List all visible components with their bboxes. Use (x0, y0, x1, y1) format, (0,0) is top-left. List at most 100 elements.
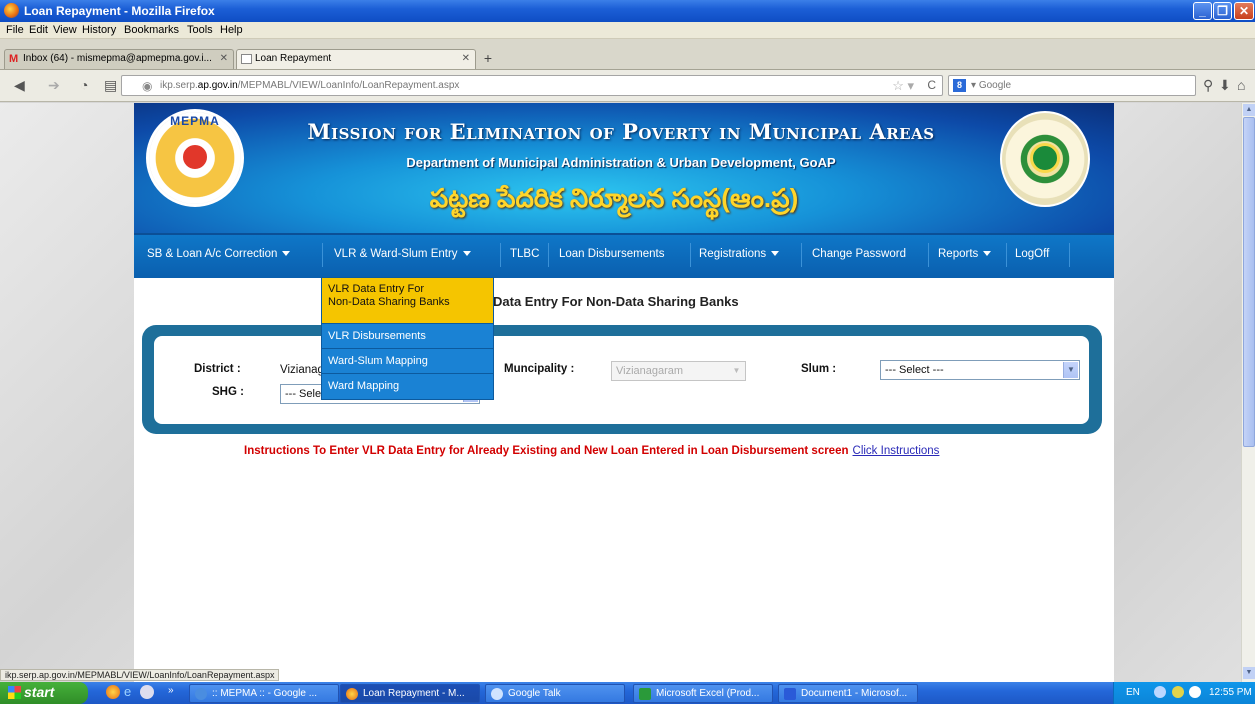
menu-bookmarks[interactable]: Bookmarks (124, 24, 179, 36)
taskbar-item-firefox[interactable]: Loan Repayment - M... (340, 684, 480, 703)
new-tab-button[interactable]: + (479, 51, 497, 68)
ie-quicklaunch-icon[interactable]: e (124, 684, 131, 699)
minimize-button[interactable]: _ (1193, 2, 1212, 20)
slum-select[interactable]: --- Select --- ▼ (880, 360, 1080, 380)
nav-reports[interactable]: Reports (938, 248, 992, 260)
close-button[interactable]: ✕ (1234, 2, 1254, 20)
banner-telugu-title: పట్టణ పేదరిక నిర్మూలన సంస్థ(ఆం.ప్ర) (429, 183, 799, 213)
nav-tlbc[interactable]: TLBC (510, 248, 539, 260)
click-instructions-link[interactable]: Click Instructions (853, 445, 940, 457)
reload-icon[interactable]: C (927, 78, 936, 92)
menu-edit[interactable]: Edit (29, 24, 48, 36)
gmail-icon: M (9, 53, 19, 65)
network-tray-icon[interactable] (1172, 686, 1184, 698)
start-button[interactable]: start (0, 682, 88, 704)
government-seal-logo (1000, 111, 1090, 207)
forward-icon[interactable]: ➔ (48, 77, 60, 94)
windows-flag-icon (8, 686, 21, 699)
language-indicator[interactable]: EN (1126, 687, 1140, 698)
search-icon[interactable]: ⚲ (1203, 77, 1213, 94)
bookmark-star-icon[interactable]: ☆ ▾ (892, 78, 914, 94)
tab-strip: M Inbox (64) - mismepma@apmepma.gov.i...… (0, 39, 1255, 70)
tab-close-icon[interactable]: ✕ (220, 53, 228, 64)
nav-vlr-ward-slum-entry[interactable]: VLR & Ward-Slum Entry (334, 248, 471, 260)
firefox-quicklaunch-icon[interactable] (106, 685, 120, 699)
page-heading: Data Entry For Non-Data Sharing Banks (493, 294, 739, 309)
url-text: ikp.serp.ap.gov.in/MEPMABL/VIEW/LoanInfo… (160, 80, 460, 91)
menu-tools[interactable]: Tools (187, 24, 213, 36)
filter-form: District : Vizianagaram Muncipality : Vi… (154, 336, 1089, 424)
nav-change-password[interactable]: Change Password (812, 248, 906, 260)
scroll-down-icon[interactable]: ▼ (1243, 667, 1255, 679)
search-placeholder: ▾ Google (971, 80, 1012, 91)
menu-bar: File Edit View History Bookmarks Tools H… (0, 22, 1255, 39)
menu-file[interactable]: File (6, 24, 24, 36)
instructions-text: Instructions To Enter VLR Data Entry for… (244, 445, 940, 457)
chrome-quicklaunch-icon[interactable] (140, 685, 154, 699)
download-icon[interactable]: ⬇ (1219, 77, 1231, 94)
clock: 12:55 PM (1209, 687, 1252, 698)
header-banner: MEPMA Mission for Elimination of Poverty… (134, 103, 1114, 233)
menu-item-ward-mapping[interactable]: Ward Mapping (322, 374, 493, 399)
chevron-down-icon (771, 251, 780, 257)
tab-label: Inbox (64) - mismepma@apmepma.gov.i... (23, 53, 212, 64)
district-label: District : (194, 363, 241, 375)
tab-inbox[interactable]: M Inbox (64) - mismepma@apmepma.gov.i...… (4, 49, 234, 69)
shg-label: SHG : (212, 386, 244, 398)
google-talk-icon (491, 688, 503, 700)
firefox-icon (4, 3, 19, 18)
taskbar: start e » :: MEPMA :: - Google ... Loan … (0, 682, 1255, 704)
menu-item-vlr-disbursements[interactable]: VLR Disbursements (322, 324, 493, 349)
chevron-down-icon (282, 251, 291, 257)
maximize-button[interactable]: ❐ (1213, 2, 1232, 20)
status-url: ikp.serp.ap.gov.in/MEPMABL/VIEW/LoanInfo… (0, 669, 280, 681)
globe-icon: ◉ (142, 79, 153, 93)
nav-logoff[interactable]: LogOff (1015, 248, 1049, 260)
taskbar-item-excel[interactable]: Microsoft Excel (Prod... (633, 684, 773, 703)
taskbar-item-google-talk[interactable]: Google Talk (485, 684, 625, 703)
menu-history[interactable]: History (82, 24, 116, 36)
vertical-scrollbar[interactable]: ▲ ▼ (1241, 103, 1255, 692)
slum-label: Slum : (801, 363, 837, 375)
menu-item-vlr-data-entry[interactable]: VLR Data Entry For Non-Data Sharing Bank… (322, 278, 493, 324)
municipality-select[interactable]: Vizianagaram ▼ (611, 361, 746, 381)
municipality-label: Muncipality : (504, 363, 575, 375)
quicklaunch-more-icon[interactable]: » (168, 685, 174, 696)
main-nav: SB & Loan A/c Correction VLR & Ward-Slum… (134, 233, 1114, 278)
banner-subtitle: Department of Municipal Administration &… (406, 155, 836, 170)
navigation-bar: ◀ ➔ ◔ ▤ ◉ ikp.serp.ap.gov.in/MEPMABL/VIE… (0, 70, 1255, 102)
filter-panel: District : Vizianagaram Muncipality : Vi… (142, 325, 1102, 434)
chevron-down-icon (983, 251, 992, 257)
search-bar[interactable]: 8 ▾ Google (948, 75, 1196, 96)
ssl-icon[interactable]: ◔ (80, 77, 88, 93)
url-bar[interactable]: ◉ ikp.serp.ap.gov.in/MEPMABL/VIEW/LoanIn… (121, 75, 943, 96)
scrollbar-thumb[interactable] (1243, 117, 1255, 447)
menu-view[interactable]: View (53, 24, 77, 36)
window-titlebar: Loan Repayment - Mozilla Firefox _ ❐ ✕ (0, 0, 1255, 22)
nav-registrations[interactable]: Registrations (699, 248, 780, 260)
taskbar-item-word[interactable]: Document1 - Microsof... (778, 684, 918, 703)
library-icon[interactable]: ▤ (104, 77, 117, 94)
taskbar-item-chrome[interactable]: :: MEPMA :: - Google ... (189, 684, 339, 703)
back-arrow-tray-icon[interactable] (1154, 686, 1166, 698)
menu-item-ward-slum-mapping[interactable]: Ward-Slum Mapping (322, 349, 493, 374)
nav-sb-loan-correction[interactable]: SB & Loan A/c Correction (147, 248, 291, 260)
tab-loan-repayment[interactable]: Loan Repayment ✕ (236, 49, 476, 69)
page-content: MEPMA Mission for Elimination of Poverty… (134, 103, 1114, 692)
page-viewport: MEPMA Mission for Elimination of Poverty… (0, 103, 1241, 692)
firefox-icon (346, 688, 358, 700)
nav-loan-disbursements[interactable]: Loan Disbursements (559, 248, 664, 260)
menu-help[interactable]: Help (220, 24, 243, 36)
tab-close-icon[interactable]: ✕ (462, 53, 470, 64)
mepma-logo: MEPMA (146, 109, 244, 207)
banner-title: Mission for Elimination of Poverty in Mu… (307, 119, 935, 144)
word-icon (784, 688, 796, 700)
home-icon[interactable]: ⌂ (1237, 77, 1245, 93)
tab-label: Loan Repayment (255, 53, 332, 64)
google-icon: 8 (953, 79, 966, 92)
scroll-up-icon[interactable]: ▲ (1243, 104, 1255, 116)
chevron-down-icon: ▼ (1063, 362, 1078, 378)
back-icon[interactable]: ◀ (14, 77, 25, 94)
vlr-dropdown-menu: VLR Data Entry For Non-Data Sharing Bank… (321, 277, 494, 400)
talk-tray-icon[interactable] (1189, 686, 1201, 698)
